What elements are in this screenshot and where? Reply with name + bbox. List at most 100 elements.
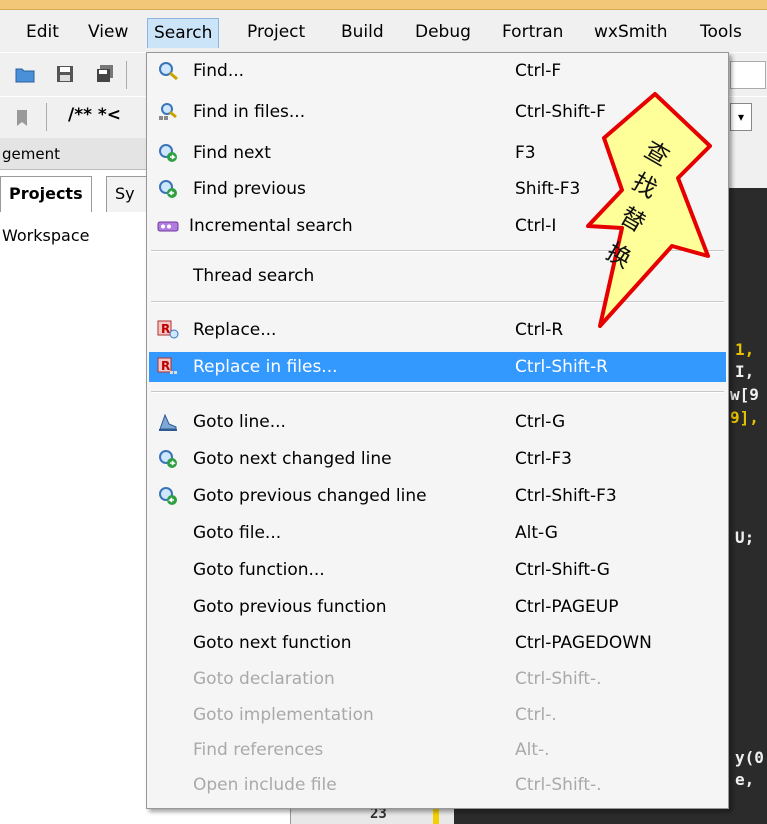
menu-build[interactable]: Build — [335, 17, 390, 47]
code-fragment: U; — [735, 528, 755, 547]
menu-item-shortcut: Ctrl-Shift-F3 — [515, 486, 617, 506]
menu-item-shortcut: Ctrl-Shift-. — [515, 775, 602, 795]
menu-item-shortcut: Ctrl-Shift-. — [515, 669, 602, 689]
incremental-search-icon — [157, 221, 179, 232]
code-fragment: 1, — [735, 340, 755, 359]
toolbar-dropdown[interactable]: ▾ — [730, 103, 752, 131]
menu-item-shortcut: Ctrl-F — [515, 61, 562, 81]
menu-view[interactable]: View — [82, 17, 134, 47]
code-fragment: e, — [735, 770, 755, 789]
menu-item-label: Goto declaration — [193, 669, 335, 689]
menu-search[interactable]: Search — [147, 18, 220, 48]
menu-item-goto-implementation: Goto implementation Ctrl-. — [149, 700, 726, 730]
menu-item-goto-declaration: Goto declaration Ctrl-Shift-. — [149, 664, 726, 694]
menu-edit-label: Edit — [26, 22, 59, 42]
menu-item-shortcut: Ctrl-R — [515, 320, 564, 340]
menu-item-goto-next-function[interactable]: Goto next function Ctrl-PAGEDOWN — [149, 628, 726, 658]
menu-wxsmith-label: wxSmith — [594, 22, 668, 42]
menu-search-label: Search — [154, 23, 213, 43]
menu-item-goto-function[interactable]: Goto function... Ctrl-Shift-G — [149, 555, 726, 585]
toolbar-separator — [46, 103, 47, 131]
toolbar-combo[interactable] — [730, 61, 766, 89]
menu-debug-label: Debug — [415, 22, 471, 42]
menu-item-goto-previous-changed-line[interactable]: Goto previous changed line Ctrl-Shift-F3 — [149, 481, 726, 511]
workspace-tree-root[interactable]: Workspace — [2, 226, 89, 245]
menu-item-open-include-file: Open include file Ctrl-Shift-. — [149, 770, 726, 800]
find-previous-icon — [159, 180, 177, 198]
open-folder-icon[interactable] — [14, 63, 36, 85]
menu-item-shortcut: Alt-. — [515, 740, 550, 760]
goto-line-icon — [159, 413, 177, 431]
menu-item-goto-file[interactable]: Goto file... Alt-G — [149, 518, 726, 548]
menu-fortran-label: Fortran — [502, 22, 564, 42]
menu-item-find[interactable]: Find... Ctrl-F — [149, 56, 726, 86]
menu-build-label: Build — [341, 22, 384, 42]
replace-icon: R — [157, 320, 179, 339]
menu-item-shortcut: Alt-G — [515, 523, 558, 543]
code-fragment: I, — [735, 362, 755, 381]
menu-item-goto-line[interactable]: Goto line... Ctrl-G — [149, 407, 726, 437]
tab-projects[interactable]: Projects — [0, 176, 92, 212]
menu-item-find-references: Find references Alt-. — [149, 735, 726, 765]
menu-project[interactable]: Project — [241, 17, 311, 47]
menu-debug[interactable]: Debug — [409, 17, 477, 47]
code-fragment: y(0 — [735, 748, 764, 767]
goto-next-changed-icon — [159, 450, 177, 468]
tab-symbols[interactable]: Sy — [106, 176, 150, 212]
code-fragment: 9], — [730, 408, 759, 427]
menu-separator — [151, 391, 724, 393]
menu-item-label: Find in files... — [193, 102, 306, 122]
goto-prev-changed-icon — [159, 487, 177, 505]
menu-view-label: View — [88, 22, 129, 42]
replace-in-files-icon: R — [157, 357, 177, 374]
menu-tools[interactable]: Tools — [694, 17, 748, 47]
menu-wxsmith[interactable]: wxSmith — [588, 17, 673, 47]
save-all-icon[interactable] — [94, 63, 116, 85]
menu-item-goto-next-changed-line[interactable]: Goto next changed line Ctrl-F3 — [149, 444, 726, 474]
bookmark-icon[interactable] — [12, 107, 34, 129]
menu-item-shortcut: Ctrl-G — [515, 412, 566, 432]
menu-item-label: Find... — [193, 61, 245, 81]
find-next-icon — [159, 144, 177, 162]
menu-item-shortcut: Ctrl-PAGEDOWN — [515, 633, 652, 653]
menu-item-label: Goto previous changed line — [193, 486, 427, 506]
menu-item-shortcut: Ctrl-. — [515, 705, 557, 725]
management-tabs: Projects Sy — [0, 176, 150, 212]
menu-item-label: Goto previous function — [193, 597, 387, 617]
menu-item-shortcut: Ctrl-Shift-R — [515, 357, 608, 377]
menu-item-goto-previous-function[interactable]: Goto previous function Ctrl-PAGEUP — [149, 592, 726, 622]
menu-item-label: Find references — [193, 740, 324, 760]
menu-item-label: Goto function... — [193, 560, 325, 580]
menu-item-label: Goto next function — [193, 633, 352, 653]
menu-item-shortcut: Ctrl-PAGEUP — [515, 597, 619, 617]
menu-item-replace-in-files[interactable]: R Replace in files... Ctrl-Shift-R — [149, 352, 726, 382]
toolbar-separator — [126, 61, 127, 89]
menu-item-label: Replace... — [193, 320, 277, 340]
menu-item-label: Goto file... — [193, 523, 282, 543]
menu-item-label: Find previous — [193, 179, 306, 199]
menu-item-label: Goto line... — [193, 412, 286, 432]
doxygen-comment-button[interactable]: /** *< — [68, 105, 121, 125]
menu-edit[interactable]: Edit — [20, 17, 65, 47]
menu-item-shortcut: Ctrl-I — [515, 216, 557, 236]
find-in-files-icon — [159, 103, 177, 120]
menu-item-label: Thread search — [193, 266, 315, 286]
menu-bar: Edit View Search Project Build Debug For… — [0, 10, 767, 50]
menu-item-label: Incremental search — [189, 216, 353, 236]
svg-text:R: R — [161, 322, 170, 336]
menu-tools-label: Tools — [700, 22, 742, 42]
menu-item-shortcut: Ctrl-F3 — [515, 449, 572, 469]
menu-item-label: Replace in files... — [193, 357, 338, 377]
window-title-strip — [0, 0, 767, 10]
menu-item-label: Find next — [193, 143, 271, 163]
svg-text:R: R — [161, 359, 170, 373]
menu-fortran[interactable]: Fortran — [496, 17, 569, 47]
menu-item-shortcut: F3 — [515, 143, 536, 163]
menu-item-label: Open include file — [193, 775, 337, 795]
magnifier-icon — [159, 62, 178, 81]
menu-item-shortcut: Ctrl-Shift-G — [515, 560, 610, 580]
save-icon[interactable] — [54, 63, 76, 85]
menu-project-label: Project — [247, 22, 306, 42]
code-fragment: w[9 — [730, 385, 759, 404]
menu-item-label: Goto implementation — [193, 705, 374, 725]
